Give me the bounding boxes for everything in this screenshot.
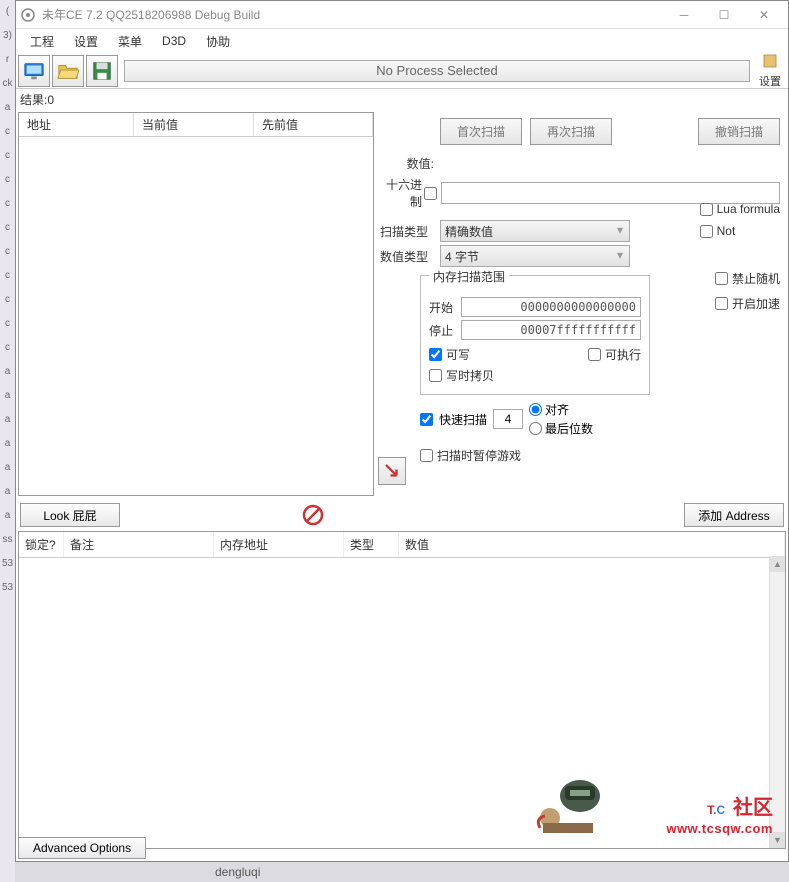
value-label: 数值:	[380, 155, 440, 172]
ct-col-lock[interactable]: 锁定?	[19, 532, 64, 557]
ct-col-type[interactable]: 类型	[344, 532, 399, 557]
app-icon	[20, 7, 36, 23]
titlebar: 未年CE 7.2 QQ2518206988 Debug Build ─ ☐ ✕	[16, 1, 788, 29]
menu-menu[interactable]: 菜单	[108, 31, 152, 52]
minimize-button[interactable]: ─	[664, 2, 704, 28]
cheat-table-scrollbar[interactable]: ▲ ▼	[769, 556, 785, 848]
fast-scan-checkbox[interactable]	[420, 413, 433, 426]
arrow-down-right-icon	[383, 462, 401, 480]
scroll-up-icon[interactable]: ▲	[770, 556, 785, 572]
select-process-button[interactable]	[18, 55, 50, 87]
value-type-dropdown[interactable]: 4 字节	[440, 245, 630, 267]
cow-checkbox[interactable]	[429, 369, 442, 382]
open-button[interactable]	[52, 55, 84, 87]
add-address-button[interactable]: 添加 Address	[684, 503, 784, 527]
fast-scan-label: 快速扫描	[439, 411, 487, 428]
process-display[interactable]: No Process Selected	[124, 60, 750, 82]
scroll-down-icon[interactable]: ▼	[770, 832, 785, 848]
menubar: 工程 设置 菜单 D3D 协助	[16, 29, 788, 53]
align-radio[interactable]	[529, 403, 542, 416]
hex-label: 十六进制	[380, 176, 422, 210]
lastdigit-radio[interactable]	[529, 422, 542, 435]
background-sidebar: (3)rckaccccccccccaaaaaaass5353	[0, 0, 15, 882]
writable-checkbox[interactable]	[429, 348, 442, 361]
folder-open-icon	[57, 60, 79, 82]
accel-checkbox[interactable]	[715, 297, 728, 310]
save-button[interactable]	[86, 55, 118, 87]
col-address[interactable]: 地址	[19, 113, 134, 136]
memory-scan-range-group: 内存扫描范围 开始 停止 可写 可执行 写时拷贝	[420, 275, 650, 395]
scan-type-label: 扫描类型	[380, 223, 440, 240]
col-current[interactable]: 当前值	[134, 113, 254, 136]
floppy-icon	[91, 60, 113, 82]
not-checkbox[interactable]	[700, 225, 713, 238]
next-scan-button[interactable]: 再次扫描	[530, 118, 612, 145]
start-address-input[interactable]	[461, 297, 641, 317]
watermark: T.C 社区 www.tcsqw.com	[666, 789, 773, 836]
look-button[interactable]: Look 屁屁	[20, 503, 120, 527]
results-count: 结果:0	[16, 89, 788, 110]
menu-settings[interactable]: 设置	[64, 31, 108, 52]
lua-formula-checkbox[interactable]	[700, 203, 713, 216]
settings-button[interactable]: 设置	[754, 52, 786, 89]
settings-icon	[761, 52, 779, 70]
no-random-checkbox[interactable]	[715, 272, 728, 285]
start-label: 开始	[429, 299, 461, 316]
mascot-icon	[525, 768, 615, 838]
monitor-icon	[23, 60, 45, 82]
col-previous[interactable]: 先前值	[254, 113, 373, 136]
value-type-label: 数值类型	[380, 248, 440, 265]
menu-project[interactable]: 工程	[20, 31, 64, 52]
menu-help[interactable]: 协助	[196, 31, 240, 52]
first-scan-button[interactable]: 首次扫描	[440, 118, 522, 145]
maximize-button[interactable]: ☐	[704, 2, 744, 28]
taskbar: dengluqi	[15, 862, 789, 882]
hex-checkbox[interactable]	[424, 187, 437, 200]
ct-col-desc[interactable]: 备注	[64, 532, 214, 557]
executable-checkbox[interactable]	[588, 348, 601, 361]
window-title: 未年CE 7.2 QQ2518206988 Debug Build	[42, 6, 664, 23]
scan-results-table[interactable]: 地址 当前值 先前值	[18, 112, 374, 496]
stop-label: 停止	[429, 322, 461, 339]
ct-col-addr[interactable]: 内存地址	[214, 532, 344, 557]
close-button[interactable]: ✕	[744, 2, 784, 28]
scan-type-dropdown[interactable]: 精确数值	[440, 220, 630, 242]
stop-address-input[interactable]	[461, 320, 641, 340]
fast-scan-value[interactable]	[493, 409, 523, 429]
pause-game-checkbox[interactable]	[420, 449, 433, 462]
undo-scan-button[interactable]: 撤销扫描	[698, 118, 780, 145]
add-to-list-button[interactable]	[378, 457, 406, 485]
menu-d3d[interactable]: D3D	[152, 32, 196, 50]
cheat-table[interactable]: 锁定? 备注 内存地址 类型 数值 ▲ ▼ T.C 社区 www.tcsqw.c…	[18, 531, 786, 849]
ct-col-value[interactable]: 数值	[399, 532, 785, 557]
advanced-options-button[interactable]: Advanced Options	[18, 837, 146, 859]
main-window: 未年CE 7.2 QQ2518206988 Debug Build ─ ☐ ✕ …	[15, 0, 789, 862]
toolbar: No Process Selected 设置	[16, 53, 788, 89]
taskbar-item[interactable]: dengluqi	[215, 865, 260, 879]
no-entry-icon	[301, 503, 325, 527]
